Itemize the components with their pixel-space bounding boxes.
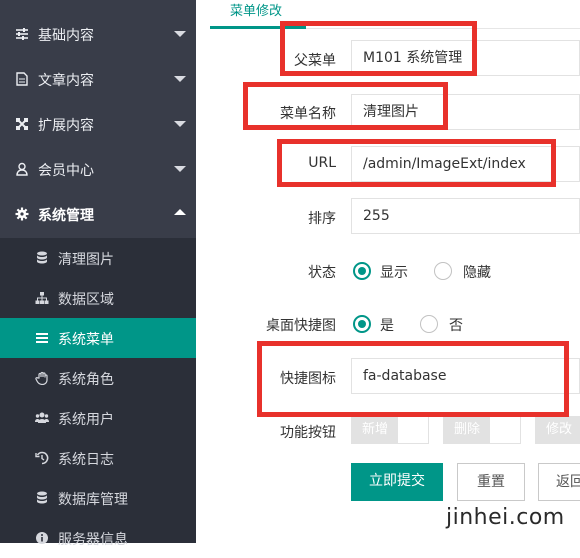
submenu-item-clean-images[interactable]: 清理图片 <box>0 238 196 278</box>
database-icon <box>37 491 47 504</box>
caret-down-icon <box>174 31 186 37</box>
submenu-item-system-log[interactable]: 系统日志 <box>0 438 196 478</box>
desktop-yes-text: 是 <box>380 318 394 334</box>
submenu-label: 系统角色 <box>58 372 114 388</box>
highlight-box-parent <box>280 21 477 76</box>
caret-down-icon <box>174 166 186 172</box>
menu-label: 基础内容 <box>38 28 94 44</box>
menu-label: 扩展内容 <box>38 118 94 134</box>
menu-member-center[interactable]: 会员中心 <box>0 147 196 192</box>
add-toggle[interactable]: 新增 <box>351 416 429 444</box>
menu-article-content[interactable]: 文章内容 <box>0 57 196 102</box>
delete-toggle[interactable]: 删除 <box>443 416 521 444</box>
menu-extend-content[interactable]: 扩展内容 <box>0 102 196 147</box>
submenu-item-server-info[interactable]: 服务器信息 <box>0 518 196 558</box>
back-button[interactable]: 返回 <box>538 463 580 501</box>
desktop-shortcut-label: 桌面快捷图 <box>266 318 336 334</box>
status-hide-radio[interactable] <box>434 262 452 280</box>
menu-label: 系统管理 <box>38 208 94 224</box>
edit-toggle[interactable]: 修改 <box>535 416 580 444</box>
submit-button[interactable]: 立即提交 <box>351 463 443 501</box>
desktop-no-text: 否 <box>449 318 463 334</box>
sitemap-icon <box>35 292 49 304</box>
menu-label: 文章内容 <box>38 73 94 89</box>
menu-label: 会员中心 <box>38 163 94 179</box>
users-icon <box>35 412 49 423</box>
status-label: 状态 <box>308 265 336 281</box>
caret-down-icon <box>174 121 186 127</box>
highlight-box-name <box>243 82 448 130</box>
file-icon <box>16 72 28 86</box>
gear-icon <box>15 207 29 221</box>
caret-down-icon <box>174 76 186 82</box>
sort-label: 排序 <box>308 211 336 227</box>
delete-toggle-text: 删除 <box>444 417 490 443</box>
submenu-item-system-role[interactable]: 系统角色 <box>0 358 196 398</box>
bars-icon <box>36 333 48 343</box>
highlight-box-shortcut <box>257 341 569 417</box>
submenu-item-system-users[interactable]: 系统用户 <box>0 398 196 438</box>
submenu-label: 清理图片 <box>58 252 114 268</box>
watermark: jinhei.com <box>446 505 565 530</box>
submenu-label: 数据区域 <box>58 292 114 308</box>
sidebar: 基础内容 文章内容 扩展内容 会员中心 系统管理 清理图片 数据区域 系统菜单 <box>0 0 196 548</box>
submenu-item-database-management[interactable]: 数据库管理 <box>0 478 196 518</box>
function-buttons-label: 功能按钮 <box>280 425 336 441</box>
submenu-item-system-menu[interactable]: 系统菜单 <box>0 318 196 358</box>
tab-menu-edit[interactable]: 菜单修改 <box>230 0 282 19</box>
status-show-radio[interactable] <box>353 262 371 280</box>
menu-system-management[interactable]: 系统管理 <box>0 192 196 237</box>
submenu-item-data-region[interactable]: 数据区域 <box>0 278 196 318</box>
history-icon <box>35 451 49 465</box>
submenu-label: 系统用户 <box>58 412 114 428</box>
hand-icon <box>35 371 48 385</box>
submenu-label: 服务器信息 <box>58 532 128 548</box>
submenu-label: 数据库管理 <box>58 492 128 508</box>
submenu-label: 系统日志 <box>58 452 114 468</box>
add-toggle-text: 新增 <box>352 417 398 443</box>
status-hide-text: 隐藏 <box>463 265 491 281</box>
sliders-icon <box>16 28 28 40</box>
caret-up-icon <box>174 209 186 215</box>
expand-icon <box>16 118 28 130</box>
reset-button[interactable]: 重置 <box>457 463 525 501</box>
submenu-label: 系统菜单 <box>58 332 114 348</box>
highlight-box-url <box>277 139 556 187</box>
sort-input[interactable]: 255 <box>351 198 580 234</box>
desktop-yes-radio[interactable] <box>353 315 371 333</box>
desktop-no-radio[interactable] <box>420 315 438 333</box>
user-icon <box>16 162 28 176</box>
status-show-text: 显示 <box>380 265 408 281</box>
database-icon <box>37 251 47 264</box>
menu-basic-content[interactable]: 基础内容 <box>0 12 196 57</box>
submenu: 清理图片 数据区域 系统菜单 系统角色 系统用户 系统日志 数据库管理 服务器信… <box>0 238 196 548</box>
edit-toggle-text: 修改 <box>536 417 580 443</box>
